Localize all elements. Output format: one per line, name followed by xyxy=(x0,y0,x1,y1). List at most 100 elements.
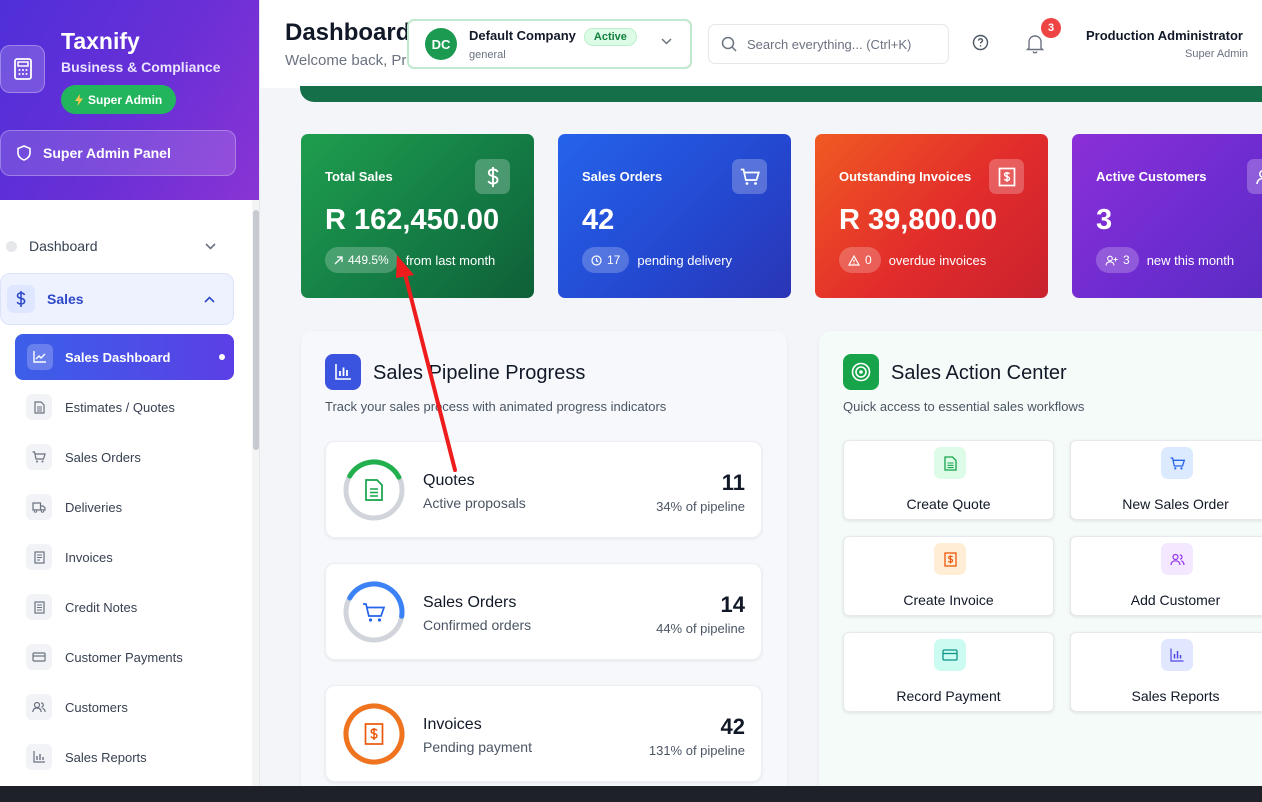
nav-sales-dashboard[interactable]: Sales Dashboard xyxy=(15,334,234,380)
card-icon xyxy=(26,644,52,670)
nav-sales[interactable]: Sales xyxy=(0,273,234,325)
pipeline-name: Quotes xyxy=(423,472,475,489)
search-bar[interactable] xyxy=(708,24,949,64)
nav-deliveries[interactable]: Deliveries xyxy=(26,487,234,527)
sales-reports-button[interactable]: Sales Reports xyxy=(1070,632,1262,712)
stat-note: overdue invoices xyxy=(888,252,987,268)
panel-subtitle: Track your sales process with animated p… xyxy=(325,399,667,414)
document-icon xyxy=(365,479,383,501)
brand-subtitle: Business & Compliance xyxy=(61,59,221,75)
nav-item-label: Customer Payments xyxy=(65,649,183,665)
stat-footer: 0 overdue invoices xyxy=(839,247,986,273)
create-quote-button[interactable]: Create Quote xyxy=(843,440,1054,520)
pipeline-card-sales-orders[interactable]: Sales Orders Confirmed orders 14 44% of … xyxy=(325,563,762,660)
super-admin-panel-button[interactable]: Super Admin Panel xyxy=(0,130,236,176)
progress-ring xyxy=(343,581,405,643)
stat-footer: 3 new this month xyxy=(1096,247,1234,273)
nav-credit-notes[interactable]: Credit Notes xyxy=(26,587,234,627)
action-label: New Sales Order xyxy=(1122,496,1229,512)
pipeline-card-invoices[interactable]: Invoices Pending payment 42 131% of pipe… xyxy=(325,685,762,782)
company-info: Default Company Active general xyxy=(469,27,637,61)
nav-estimates-quotes[interactable]: Estimates / Quotes xyxy=(26,387,234,427)
nav-item-label: Customers xyxy=(65,699,128,715)
pipeline-desc: Active proposals xyxy=(423,495,526,511)
pipeline-name: Invoices xyxy=(423,716,482,733)
pipeline-desc: Confirmed orders xyxy=(423,617,532,633)
new-sales-order-button[interactable]: New Sales Order xyxy=(1070,440,1262,520)
nav-sales-orders[interactable]: Sales Orders xyxy=(26,437,234,477)
stat-card-active-customers[interactable]: Active Customers 3 3 new this month xyxy=(1072,134,1262,298)
nav-item-label: Sales Reports xyxy=(65,749,147,765)
bar-chart-icon xyxy=(1161,639,1193,671)
nav-sales-reports[interactable]: Sales Reports xyxy=(26,737,234,777)
help-icon[interactable] xyxy=(972,34,989,51)
overdue-chip: 0 xyxy=(839,247,881,273)
action-label: Create Quote xyxy=(906,496,991,512)
nav-invoices[interactable]: Invoices xyxy=(26,537,234,577)
nav-item-label: Estimates / Quotes xyxy=(65,399,175,415)
users-icon xyxy=(1161,543,1193,575)
line-chart-icon xyxy=(27,344,53,370)
pipeline-card-quotes[interactable]: Quotes Active proposals 11 34% of pipeli… xyxy=(325,441,762,538)
sidebar: Taxnify Business & Compliance Super Admi… xyxy=(0,0,260,786)
active-indicator xyxy=(219,354,225,360)
sidebar-scrollbar-thumb[interactable] xyxy=(253,210,259,450)
pending-value: 17 xyxy=(607,253,621,267)
stat-card-total-sales[interactable]: Total Sales R 162,450.00 449.5% from las… xyxy=(301,134,534,298)
chevron-down-icon xyxy=(661,38,672,45)
nav-sales-dashboard-label: Sales Dashboard xyxy=(65,349,171,365)
pipeline-percent: 34% of pipeline xyxy=(656,499,745,514)
search-input[interactable] xyxy=(747,36,927,52)
overdue-value: 0 xyxy=(865,253,872,267)
users-icon xyxy=(1247,159,1262,194)
stat-value: 42 xyxy=(582,204,615,236)
bolt-icon xyxy=(75,93,83,106)
cart-icon xyxy=(26,444,52,470)
role-badge: Super Admin xyxy=(61,85,177,114)
add-customer-button[interactable]: Add Customer xyxy=(1070,536,1262,616)
calculator-icon[interactable] xyxy=(0,45,45,93)
stat-title: Sales Orders xyxy=(582,169,663,184)
stat-note: from last month xyxy=(405,252,496,268)
nav-customer-payments[interactable]: Customer Payments xyxy=(26,637,234,677)
nav-item-label: Deliveries xyxy=(65,499,123,515)
company-name: Default Company xyxy=(469,28,576,43)
chevron-down-icon xyxy=(205,242,216,250)
pipeline-desc: Pending payment xyxy=(423,739,532,755)
super-admin-panel-label: Super Admin Panel xyxy=(43,145,171,161)
panel-title: Sales Pipeline Progress xyxy=(373,362,586,384)
cart-icon xyxy=(732,159,767,194)
pipeline-count: 42 xyxy=(720,714,745,739)
action-label: Record Payment xyxy=(896,688,1001,704)
bar-chart-icon xyxy=(26,744,52,770)
nav-customers[interactable]: Customers xyxy=(26,687,234,727)
company-status-badge: Active xyxy=(583,28,637,46)
dot-icon xyxy=(6,240,17,252)
action-label: Sales Reports xyxy=(1131,688,1220,704)
bell-icon[interactable] xyxy=(1025,33,1045,54)
top-header: Dashboard Welcome back, Production Admin… xyxy=(260,0,1262,88)
stat-card-outstanding-invoices[interactable]: Outstanding Invoices R 39,800.00 0 overd… xyxy=(815,134,1048,298)
pipeline-percent: 131% of pipeline xyxy=(648,743,745,758)
sales-pipeline-panel: Sales Pipeline Progress Track your sales… xyxy=(301,331,787,801)
chevron-up-icon xyxy=(204,295,215,303)
company-selector[interactable]: DC Default Company Active general xyxy=(407,19,692,69)
new-customers-value: 3 xyxy=(1123,253,1130,267)
role-badge-label: Super Admin xyxy=(88,92,163,107)
receipt-icon xyxy=(364,723,384,745)
user-name[interactable]: Production Administrator xyxy=(1086,28,1243,43)
target-icon xyxy=(843,354,879,390)
company-avatar: DC xyxy=(425,28,457,60)
stat-footer: 449.5% from last month xyxy=(325,247,495,273)
stat-value: 3 xyxy=(1096,204,1113,236)
record-payment-button[interactable]: Record Payment xyxy=(843,632,1054,712)
create-invoice-button[interactable]: Create Invoice xyxy=(843,536,1054,616)
banner-edge xyxy=(300,86,1262,102)
document-icon xyxy=(26,394,52,420)
stat-card-sales-orders[interactable]: Sales Orders 42 17 pending delivery xyxy=(558,134,791,298)
stat-note: pending delivery xyxy=(637,252,733,268)
nav-dashboard[interactable]: Dashboard xyxy=(0,226,234,266)
brand-name: Taxnify xyxy=(61,28,140,54)
action-label: Add Customer xyxy=(1130,592,1221,608)
users-icon xyxy=(26,694,52,720)
